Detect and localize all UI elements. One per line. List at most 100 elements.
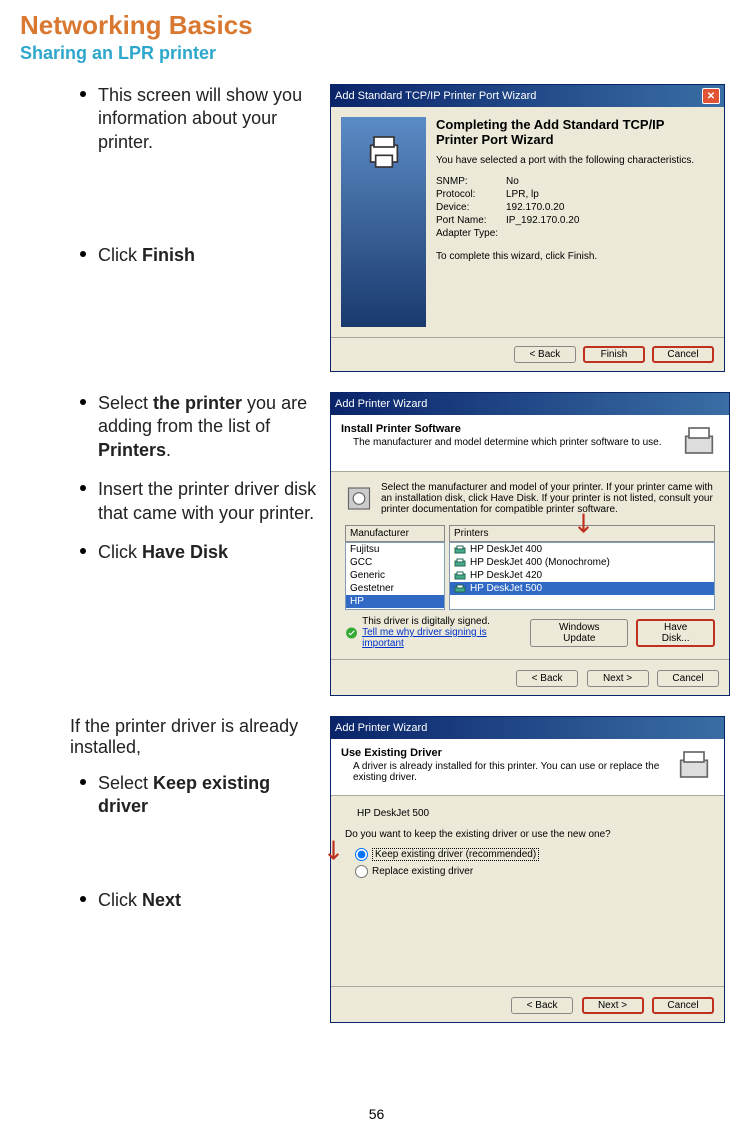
back-button[interactable]: < Back <box>516 670 578 687</box>
list-item[interactable]: Generic <box>346 569 444 582</box>
signing-text: This driver is digitally signed. <box>362 616 520 627</box>
radio-label: Keep existing driver (recommended) <box>372 848 539 861</box>
text-bold: Have Disk <box>142 542 228 562</box>
close-icon[interactable]: ✕ <box>702 88 720 104</box>
bullet-dot <box>80 399 86 405</box>
printer-icon <box>679 423 719 463</box>
printer-mini-icon <box>454 584 466 594</box>
wizard-title: Completing the Add Standard TCP/IP Print… <box>436 117 704 147</box>
finish-instruction: To complete this wizard, click Finish. <box>436 251 704 262</box>
text-part: Click <box>98 890 142 910</box>
info-value: LPR, lp <box>506 189 539 200</box>
info-row: Adapter Type: <box>436 228 704 239</box>
back-button[interactable]: < Back <box>514 346 576 363</box>
list-item[interactable]: GCC <box>346 556 444 569</box>
main-heading: Networking Basics <box>20 10 733 41</box>
bullet-text: Select the printer you are adding from t… <box>98 392 320 462</box>
header-desc: A driver is already installed for this p… <box>353 761 674 783</box>
dialog-body: Completing the Add Standard TCP/IP Print… <box>331 107 724 337</box>
add-printer-install-dialog: Add Printer Wizard Install Printer Softw… <box>330 392 730 696</box>
radio-replace[interactable]: Replace existing driver <box>355 865 710 878</box>
printers-header: Printers <box>449 525 715 542</box>
list-item[interactable]: HP DeskJet 500 <box>450 582 714 595</box>
text-bold: the printer <box>153 393 242 413</box>
windows-update-button[interactable]: Windows Update <box>530 619 628 647</box>
button-bar: < Back Finish Cancel <box>331 337 724 371</box>
header-title: Install Printer Software <box>341 423 662 435</box>
title-text: Add Printer Wizard <box>335 398 427 410</box>
instruction-row: Select the manufacturer and model of you… <box>345 482 715 515</box>
manufacturer-header: Manufacturer <box>345 525 445 542</box>
button-bar: < Back Next > Cancel <box>331 986 724 1022</box>
page-number: 56 <box>0 1106 753 1122</box>
bullet-dot <box>80 91 86 97</box>
wizard-header: Use Existing Driver A driver is already … <box>331 739 724 796</box>
text-part: . <box>166 440 171 460</box>
bullet-text: This screen will show you information ab… <box>98 84 320 154</box>
bullet-item: Select the printer you are adding from t… <box>60 392 320 462</box>
titlebar: Add Standard TCP/IP Printer Port Wizard … <box>331 85 724 107</box>
text-part: Select <box>98 393 153 413</box>
cancel-button[interactable]: Cancel <box>657 670 719 687</box>
next-button[interactable]: Next > <box>587 670 649 687</box>
dialog-body: HP DeskJet 500 Do you want to keep the e… <box>331 796 724 986</box>
bullet-dot <box>80 896 86 902</box>
instructions-2: Select the printer you are adding from t… <box>20 392 330 572</box>
printer-icon <box>674 747 714 787</box>
printers-list[interactable]: HP DeskJet 400HP DeskJet 400 (Monochrome… <box>449 542 715 610</box>
list-item[interactable]: Fujitsu <box>346 543 444 556</box>
info-value: 192.170.0.20 <box>506 202 564 213</box>
bullet-text: Click Finish <box>98 244 195 267</box>
info-value: No <box>506 176 519 187</box>
signing-row: This driver is digitally signed. Tell me… <box>345 616 715 649</box>
bullet-dot <box>80 251 86 257</box>
list-item[interactable]: HP DeskJet 400 (Monochrome) <box>450 556 714 569</box>
cancel-button[interactable]: Cancel <box>652 997 714 1014</box>
list-item[interactable]: HP DeskJet 420 <box>450 569 714 582</box>
titlebar: Add Printer Wizard <box>331 717 724 739</box>
finish-button[interactable]: Finish <box>583 346 645 363</box>
list-item[interactable]: HP DeskJet 400 <box>450 543 714 556</box>
back-button[interactable]: < Back <box>511 997 573 1014</box>
bullet-item: Select Keep existing driver <box>60 772 320 819</box>
info-value: IP_192.170.0.20 <box>506 215 579 226</box>
titlebar: Add Printer Wizard <box>331 393 729 415</box>
instruction-text: Select the manufacturer and model of you… <box>381 482 715 515</box>
sub-heading: Sharing an LPR printer <box>20 43 733 64</box>
text-bold: Printers <box>98 440 166 460</box>
section-3: If the printer driver is already install… <box>20 716 733 1023</box>
radio-input[interactable] <box>355 848 368 861</box>
bullet-item: Insert the printer driver disk that came… <box>60 478 320 525</box>
next-button[interactable]: Next > <box>582 997 644 1014</box>
list-item[interactable]: Gestetner <box>346 582 444 595</box>
printer-name: HP DeskJet 500 <box>357 808 710 819</box>
have-disk-button[interactable]: Have Disk... <box>636 619 715 647</box>
manufacturer-list[interactable]: FujitsuGCCGenericGestetnerHP <box>345 542 445 610</box>
cancel-button[interactable]: Cancel <box>652 346 714 363</box>
bullet-text: Select Keep existing driver <box>98 772 320 819</box>
disk-icon <box>345 482 373 515</box>
driver-question: Do you want to keep the existing driver … <box>345 829 710 840</box>
bullet-text: Insert the printer driver disk that came… <box>98 478 320 525</box>
wizard-header: Install Printer Software The manufacture… <box>331 415 729 472</box>
info-row: SNMP:No <box>436 176 704 187</box>
radio-keep-existing[interactable]: Keep existing driver (recommended) <box>355 848 710 861</box>
printer-name-text: HP DeskJet 400 (Monochrome) <box>470 557 610 568</box>
list-item[interactable]: HP <box>346 595 444 608</box>
radio-label: Replace existing driver <box>372 866 473 877</box>
printer-name-text: HP DeskJet 500 <box>470 583 542 594</box>
button-bar: < Back Next > Cancel <box>331 659 729 695</box>
radio-input[interactable] <box>355 865 368 878</box>
instructions-3: If the printer driver is already install… <box>20 716 330 920</box>
printer-icon <box>364 132 404 172</box>
section-1: This screen will show you information ab… <box>20 84 733 372</box>
wizard-sidebar <box>341 117 426 327</box>
instructions-1: This screen will show you information ab… <box>20 84 330 276</box>
signing-link[interactable]: Tell me why driver signing is important <box>362 627 520 649</box>
info-label: Protocol: <box>436 189 506 200</box>
bullet-text: Click Next <box>98 889 181 912</box>
info-row: Device:192.170.0.20 <box>436 202 704 213</box>
info-row: Protocol:LPR, lp <box>436 189 704 200</box>
printer-mini-icon <box>454 558 466 568</box>
wizard-content: Completing the Add Standard TCP/IP Print… <box>426 117 714 327</box>
